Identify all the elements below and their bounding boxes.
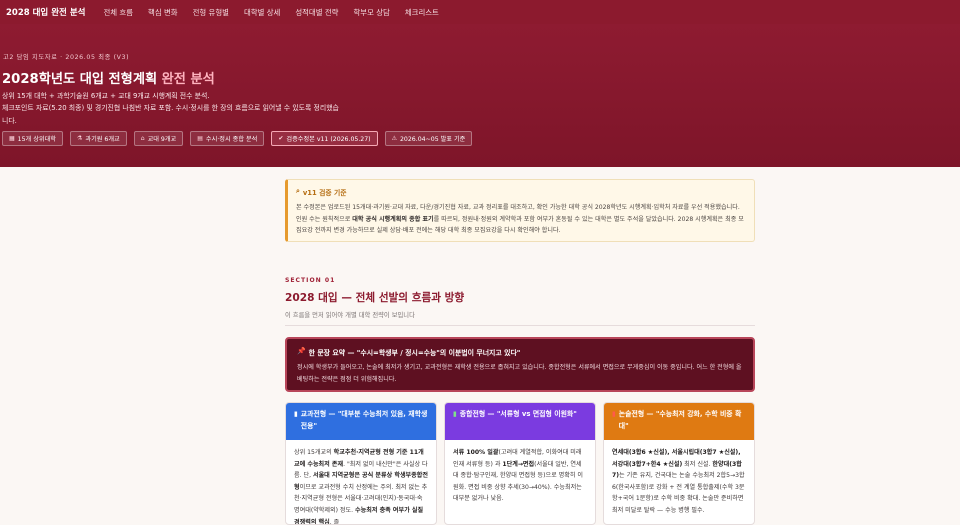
card-body: 서류 100% 일괄(고려대 계열적합, 이화여대 미래인재 서류형 등) 과 … <box>445 440 595 512</box>
card-header: ▮ 종합전형 — "서류형 vs 면접형 이원화" <box>445 403 595 440</box>
section-divider <box>285 325 755 326</box>
chip-label: 2026.04~05 발표 기준 <box>399 136 466 143</box>
nav-link-parent-counsel[interactable]: 학부모 상담 <box>353 7 389 18</box>
card-text: 상위 15개교의 <box>294 449 334 456</box>
summary-title-row: 📌 한 문장 요약 — "수시=학생부 / 정시=수능"의 이분법이 무너지고 … <box>297 347 743 357</box>
card-header: ▮ 교과전형 — "대부분 수능최저 있음, 재학생 전용" <box>286 403 436 440</box>
chip-label: 과기원 6개교 <box>85 136 120 143</box>
nav-link-checklist[interactable]: 체크리스트 <box>405 7 439 18</box>
nav-link-overall-flow[interactable]: 전체 흐름 <box>103 7 133 18</box>
hero-chips: ▦ 15개 상위대학 ⚗ 과기원 6개교 ⌂ 교대 9개교 ▤ 수시·정시 종합… <box>2 131 473 146</box>
card-text: . 졸 <box>329 518 340 525</box>
brand-logo[interactable]: 2028 대입 완전 분석 <box>6 6 85 18</box>
red-book-icon: ▮ <box>612 410 616 418</box>
card-body: 상위 15개교의 학교추천·지역균형 전형 기준 11개교에 수능최저 존재. … <box>286 440 436 525</box>
notice-body: 본 수정본은 업로드된 15개대·과기원·교대 자료, 다운/경기진협 자료, … <box>296 202 746 237</box>
warning-icon: ⚠ <box>391 135 397 142</box>
chip-label: 교대 9개교 <box>147 136 177 143</box>
chip-verified-version: ✔ 검증수정본 v11 (2026.05.27) <box>271 131 378 146</box>
section-label: SECTION 01 <box>285 277 336 284</box>
check-icon: ✔ <box>278 135 284 142</box>
hero-description: 상위 15개 대학 + 과학기술원 6개교 + 교대 9개교 시행계획 전수 분… <box>2 90 342 127</box>
building-icon: ▦ <box>9 135 15 142</box>
hero-banner: 고2 담임 지도자료 · 2026.05 최종 (V3) 2028학년도 대입 … <box>0 24 960 167</box>
card-body: 연세대(3합6 ★신설), 서울시립대(3합7 ★신설), 서강대(3합7+한4… <box>604 440 754 524</box>
hero-desc-line1: 상위 15개 대학 + 과학기술원 6개교 + 교대 9개교 시행계획 전수 분… <box>2 92 210 100</box>
card-title: 종합전형 — "서류형 vs 면접형 이원화" <box>459 410 577 418</box>
nav-link-key-changes[interactable]: 핵심 변화 <box>148 7 178 18</box>
hero-eyebrow: 고2 담임 지도자료 · 2026.05 최종 (V3) <box>3 54 130 61</box>
page-title-main: 2028학년도 대입 전형계획 <box>2 72 158 87</box>
school-icon: ⌂ <box>140 135 145 142</box>
card-title: 논술전형 — "수능최저 강화, 수학 비중 확대" <box>618 410 742 430</box>
chip-label: 검증수정본 v11 (2026.05.27) <box>286 136 371 143</box>
card-subject-track: ▮ 교과전형 — "대부분 수능최저 있음, 재학생 전용" 상위 15개교의 … <box>285 402 437 525</box>
verification-notice: ⌕ v11 검증 기준 본 수정본은 업로드된 15개대·과기원·교대 자료, … <box>285 179 755 242</box>
nav-link-grade-strategy[interactable]: 성적대별 전략 <box>295 7 338 18</box>
book-icon: ▮ <box>294 410 298 418</box>
summary-box: 📌 한 문장 요약 — "수시=학생부 / 정시=수능"의 이분법이 무너지고 … <box>285 337 755 392</box>
chip-education-universities: ⌂ 교대 9개교 <box>133 131 184 146</box>
brand-main: 2028 대입 <box>6 8 49 18</box>
brand-sub: 완전 분석 <box>51 8 86 18</box>
chip-label: 수시·정시 종합 분석 <box>205 136 258 143</box>
card-text: 최저 신설. <box>682 460 713 468</box>
notice-text-bold: 대학 공식 시행계획의 종합 표기 <box>352 215 434 223</box>
nav-link-university-detail[interactable]: 대학별 상세 <box>244 7 280 18</box>
summary-text: 정시에 학생부가 들어오고, 논술에 최저가 생기고, 교과전형은 재학생 전용… <box>297 364 742 383</box>
card-text-bold: 1단계→면접 <box>502 460 535 468</box>
section-subtitle: 이 흐름을 먼저 읽어야 개별 대학 전략이 보입니다 <box>285 312 415 319</box>
summary-title: 한 문장 요약 — "수시=학생부 / 정시=수능"의 이분법이 무너지고 있다… <box>308 349 521 357</box>
flask-icon: ⚗ <box>76 135 83 142</box>
document-icon: ▤ <box>197 135 203 142</box>
page-title: 2028학년도 대입 전형계획 완전 분석 <box>2 68 215 87</box>
nav-link-by-type[interactable]: 전형 유형별 <box>193 7 229 18</box>
chip-label: 15개 상위대학 <box>17 136 56 143</box>
card-title: 교과전형 — "대부분 수능최저 있음, 재학생 전용" <box>300 410 428 430</box>
card-text-bold: 서류 100% 일괄 <box>453 449 499 456</box>
pin-icon: 📌 <box>297 347 306 355</box>
section-title: 2028 대입 — 전체 선발의 흐름과 방향 <box>285 292 465 304</box>
card-comprehensive-track: ▮ 종합전형 — "서류형 vs 면접형 이원화" 서류 100% 일괄(고려대… <box>444 402 596 525</box>
card-essay-track: ▮ 논술전형 — "수능최저 강화, 수학 비중 확대" 연세대(3합6 ★신설… <box>603 402 755 525</box>
notice-title-row: ⌕ v11 검증 기준 <box>296 187 746 197</box>
chip-science-institutes: ⚗ 과기원 6개교 <box>69 131 127 146</box>
card-text: 는 기존 유지, 건국대는 논술 수능최저 2합5→3합6(한국사포함)로 강화… <box>612 472 745 514</box>
chip-announcement-basis: ⚠ 2026.04~05 발표 기준 <box>384 131 473 146</box>
hero-desc-line2: 체크포인트 자료(5.20 최종) 및 경기진협 나침반 자료 포함. 수시·정… <box>2 104 339 125</box>
top-nav: 2028 대입 완전 분석 전체 흐름 핵심 변화 전형 유형별 대학별 상세 … <box>0 0 960 24</box>
chip-combined-analysis: ▤ 수시·정시 종합 분석 <box>190 131 265 146</box>
green-book-icon: ▮ <box>453 410 457 418</box>
card-header: ▮ 논술전형 — "수능최저 강화, 수학 비중 확대" <box>604 403 754 440</box>
page-title-accent: 완전 분석 <box>161 72 215 87</box>
chip-top-universities: ▦ 15개 상위대학 <box>2 131 63 146</box>
magnifier-icon: ⌕ <box>296 187 300 195</box>
notice-title: v11 검증 기준 <box>302 189 347 197</box>
